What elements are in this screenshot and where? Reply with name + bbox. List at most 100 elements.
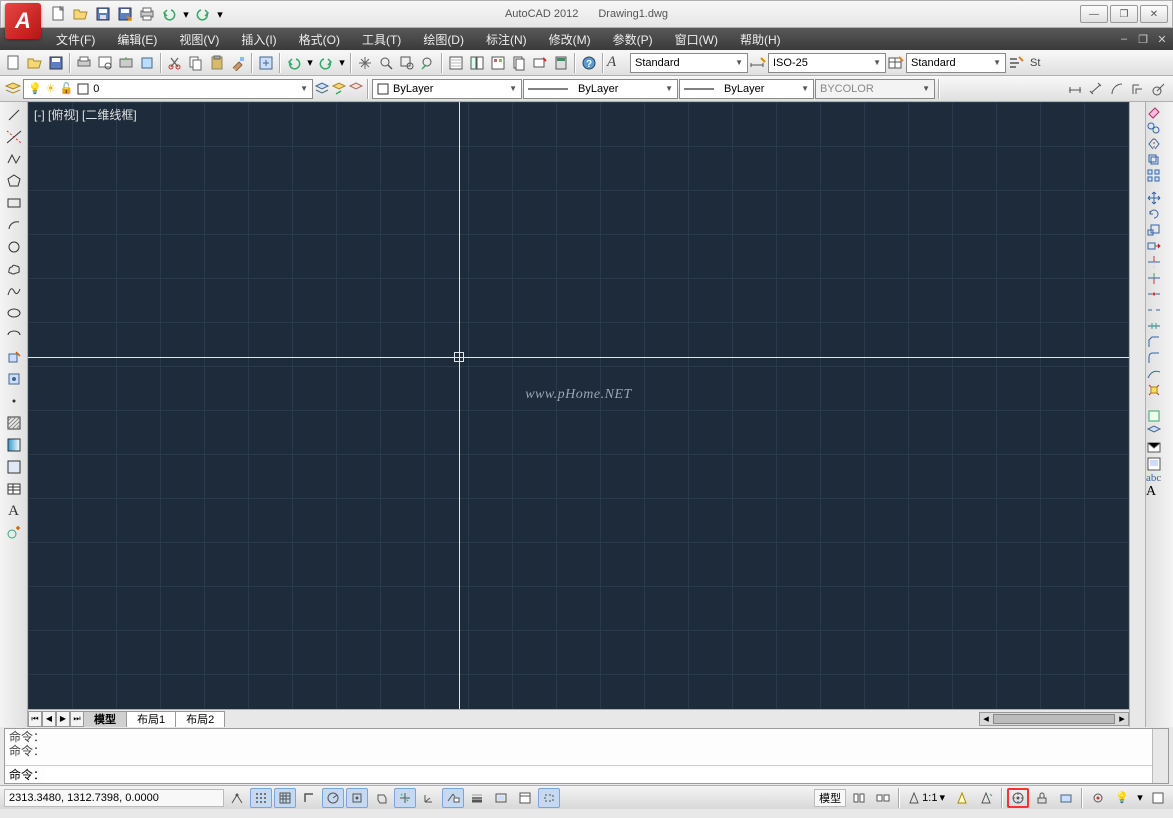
point-icon[interactable]: [2, 390, 26, 412]
publish-icon[interactable]: [116, 53, 136, 73]
bulb-icon[interactable]: 💡: [1111, 788, 1133, 808]
doc-close-button[interactable]: ✕: [1153, 31, 1171, 47]
break-icon[interactable]: [1146, 302, 1173, 318]
addselected-icon[interactable]: [2, 522, 26, 544]
qat-undo-icon[interactable]: [159, 4, 179, 24]
snap-icon[interactable]: [250, 788, 272, 808]
cut-icon[interactable]: [165, 53, 185, 73]
mirror-icon[interactable]: [1146, 136, 1173, 152]
ducs-icon[interactable]: [418, 788, 440, 808]
ellipsearc-icon[interactable]: [2, 324, 26, 346]
qat-undo-dropdown-icon[interactable]: ▾: [181, 4, 191, 24]
dim-style-combo[interactable]: ISO-25▼: [768, 53, 886, 73]
text-style-combo[interactable]: Standard▼: [630, 53, 748, 73]
zoom-window-icon[interactable]: [397, 53, 417, 73]
vscroll[interactable]: [1129, 102, 1145, 727]
dim-aligned-icon[interactable]: [1086, 79, 1106, 99]
close-button[interactable]: ✕: [1140, 5, 1168, 23]
menu-window[interactable]: 窗口(W): [665, 28, 728, 50]
linetype-combo[interactable]: ByLayer▼: [523, 79, 678, 99]
extend-icon[interactable]: [1146, 270, 1173, 286]
text-icon[interactable]: A: [2, 500, 26, 522]
menu-insert[interactable]: 插入(I): [231, 28, 286, 50]
fillet-icon[interactable]: [1146, 350, 1173, 366]
properties-icon[interactable]: [446, 53, 466, 73]
redo-icon[interactable]: [316, 53, 336, 73]
hscroll-thumb[interactable]: [993, 714, 1115, 724]
plot-icon[interactable]: [74, 53, 94, 73]
textedit-icon[interactable]: A: [1146, 484, 1173, 500]
doc-restore-button[interactable]: ❐: [1134, 31, 1152, 47]
textstyle-icon[interactable]: A: [607, 54, 629, 71]
array-icon[interactable]: [1146, 168, 1173, 184]
toolpalette-icon[interactable]: [488, 53, 508, 73]
match-icon[interactable]: [228, 53, 248, 73]
menu-dim[interactable]: 标注(N): [476, 28, 537, 50]
qat-redo-icon[interactable]: [193, 4, 213, 24]
lock-ui-icon[interactable]: [1031, 788, 1053, 808]
cmd-scrollbar[interactable]: [1152, 729, 1168, 783]
hscroll-left-icon[interactable]: ◂: [980, 712, 992, 725]
layer-manager-icon[interactable]: [4, 81, 22, 97]
table-icon[interactable]: [2, 478, 26, 500]
lwt-icon[interactable]: [466, 788, 488, 808]
layer-prev-icon[interactable]: [331, 81, 347, 97]
gradient-icon[interactable]: [2, 434, 26, 456]
command-input[interactable]: [45, 768, 1164, 782]
coordinates-display[interactable]: 2313.3480, 1312.7398, 0.0000: [4, 789, 224, 807]
menu-format[interactable]: 格式(O): [289, 28, 350, 50]
menu-tools[interactable]: 工具(T): [352, 28, 411, 50]
line-icon[interactable]: [2, 104, 26, 126]
drawconstr-icon[interactable]: [1146, 408, 1173, 424]
new-icon[interactable]: [4, 53, 24, 73]
breakpoint-icon[interactable]: [1146, 286, 1173, 302]
hardware-accel-icon[interactable]: [1055, 788, 1077, 808]
pan-icon[interactable]: [355, 53, 375, 73]
dyn-icon[interactable]: [442, 788, 464, 808]
viewmgr-icon[interactable]: [1146, 440, 1173, 456]
zoom-icon[interactable]: [376, 53, 396, 73]
tablestyle-icon[interactable]: [887, 55, 905, 71]
textfield-icon[interactable]: abc: [1146, 472, 1173, 484]
scale-icon[interactable]: [1146, 222, 1173, 238]
tab-layout1[interactable]: 布局1: [126, 711, 176, 727]
isolate-icon[interactable]: [1087, 788, 1109, 808]
zoom-prev-icon[interactable]: [418, 53, 438, 73]
dim-radius-icon[interactable]: [1149, 79, 1169, 99]
viewport-label[interactable]: [-] [俯视] [二维线框]: [34, 106, 137, 123]
hscroll-track[interactable]: ◂ ▸: [979, 712, 1129, 726]
polygon-icon[interactable]: [2, 170, 26, 192]
menu-help[interactable]: 帮助(H): [730, 28, 791, 50]
annovis-icon[interactable]: [951, 788, 973, 808]
qp-icon[interactable]: [514, 788, 536, 808]
layout-quickview-icon[interactable]: [848, 788, 870, 808]
menu-edit[interactable]: 编辑(E): [107, 28, 167, 50]
tab-layout2[interactable]: 布局2: [175, 711, 225, 727]
offset-icon[interactable]: [1146, 152, 1173, 168]
qat-plot-icon[interactable]: [137, 4, 157, 24]
rectangle-icon[interactable]: [2, 192, 26, 214]
qat-redo-dropdown-icon[interactable]: ▾: [215, 4, 225, 24]
copyobj-icon[interactable]: [1146, 120, 1173, 136]
markup-icon[interactable]: [530, 53, 550, 73]
rotate-icon[interactable]: [1146, 206, 1173, 222]
spline-icon[interactable]: [2, 280, 26, 302]
annoscale-icon[interactable]: 1:1▾: [904, 788, 949, 808]
dim-linear-icon[interactable]: [1065, 79, 1085, 99]
erase-icon[interactable]: [1146, 104, 1173, 120]
stretch-icon[interactable]: [1146, 238, 1173, 254]
drawing-quickview-icon[interactable]: [872, 788, 894, 808]
table-style-combo[interactable]: Standard▼: [906, 53, 1006, 73]
hscroll-right-icon[interactable]: ▸: [1116, 712, 1128, 725]
qat-saveas-icon[interactable]: [115, 4, 135, 24]
3dosnap-icon[interactable]: [370, 788, 392, 808]
region-icon[interactable]: [2, 456, 26, 478]
cleanscreen-icon[interactable]: [1147, 788, 1169, 808]
layoutmgr-icon[interactable]: [1146, 456, 1173, 472]
annoauto-icon[interactable]: [975, 788, 997, 808]
arc-icon[interactable]: [2, 214, 26, 236]
save-icon[interactable]: [46, 53, 66, 73]
insert-icon[interactable]: [2, 346, 26, 368]
trim-icon[interactable]: [1146, 254, 1173, 270]
circle-icon[interactable]: [2, 236, 26, 258]
